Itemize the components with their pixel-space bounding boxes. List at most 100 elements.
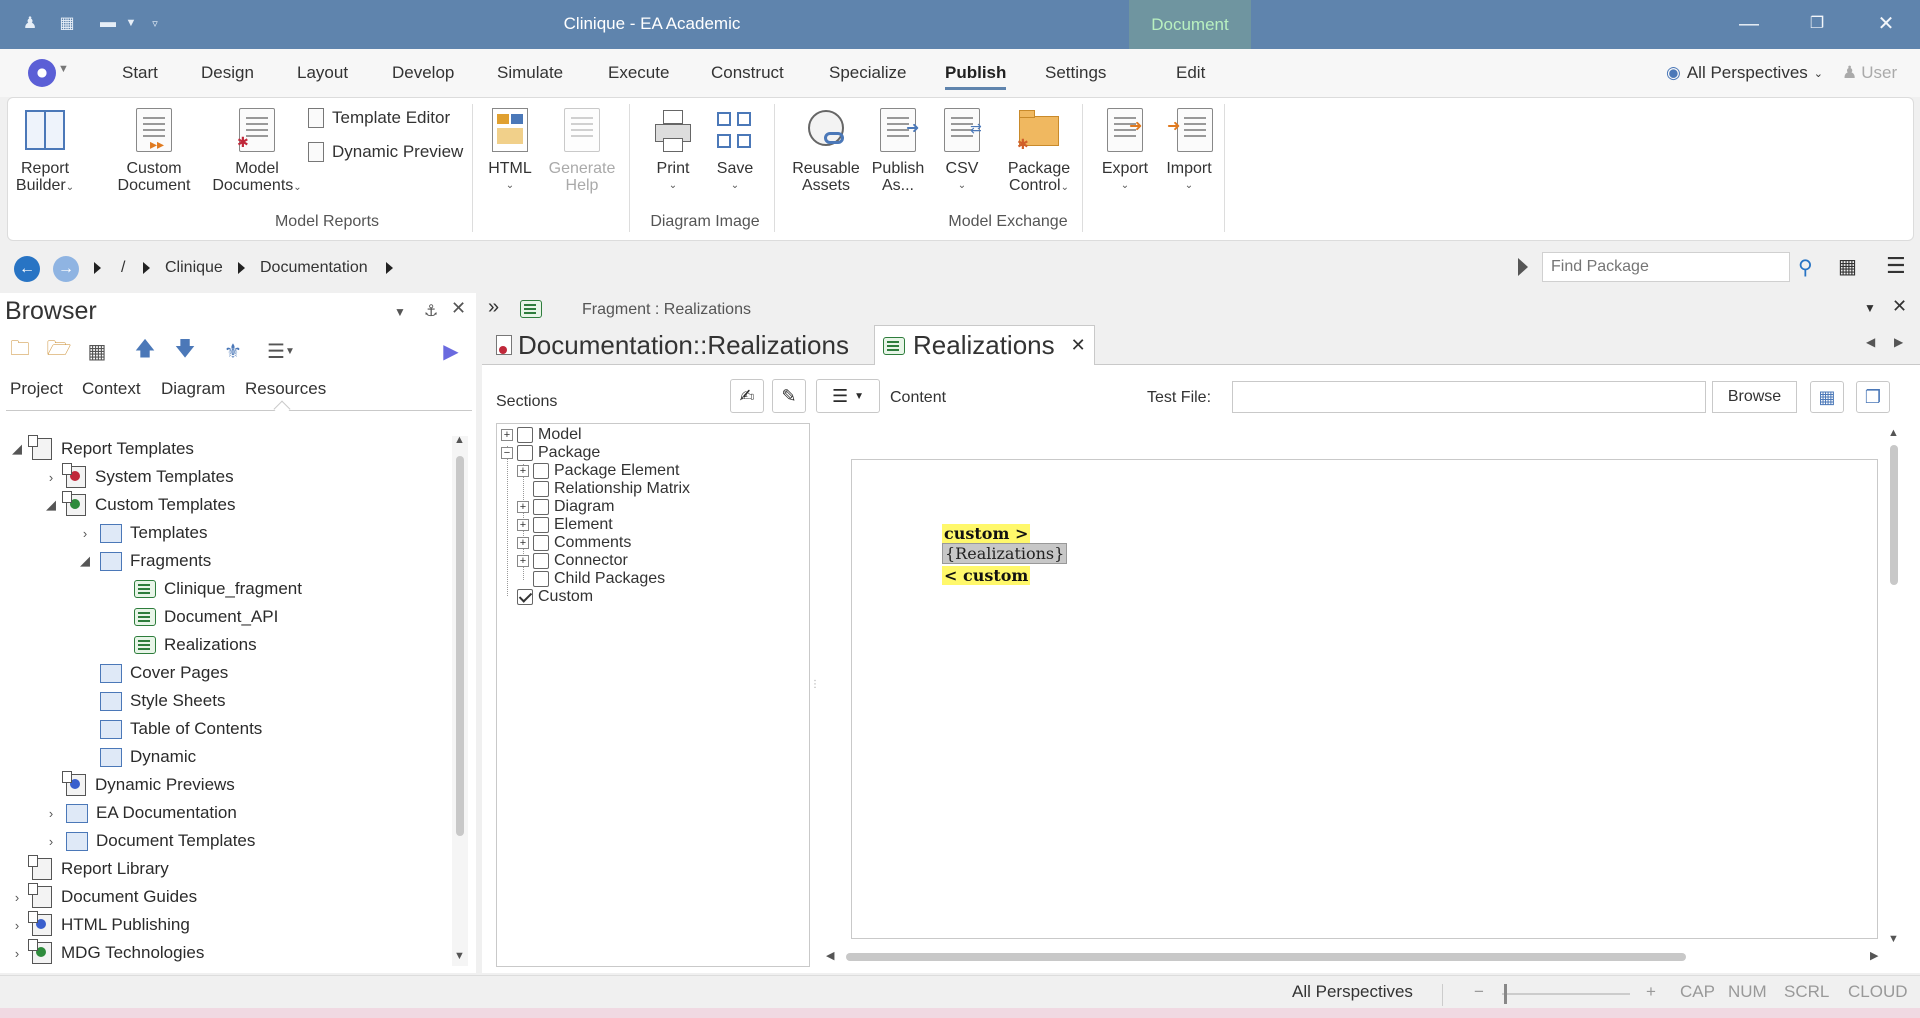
menu-construct[interactable]: Construct — [711, 63, 784, 83]
close-window-icon[interactable]: ✕ — [1871, 10, 1901, 38]
tree-item-html-publishing[interactable]: › HTML Publishing — [10, 911, 190, 938]
zoom-slider[interactable] — [1502, 993, 1630, 995]
template-editor-button[interactable]: Template Editor — [308, 108, 450, 128]
tab-resources[interactable]: Resources — [245, 379, 326, 399]
tree-item-dynamic-previews[interactable]: Dynamic Previews — [44, 771, 235, 798]
perspectives-selector[interactable]: ◉ All Perspectives ⌄ — [1666, 63, 1823, 83]
scroll-right-icon[interactable]: ▶ — [1870, 949, 1878, 962]
export-button[interactable]: ➜ Export ⌄ — [1096, 108, 1154, 194]
section-checkbox[interactable] — [517, 445, 533, 461]
breadcrumb-arrow-icon[interactable] — [386, 262, 393, 274]
menu-start[interactable]: Start — [122, 63, 158, 83]
chevron-down-icon[interactable]: ▼ — [58, 63, 69, 75]
model-documents-button[interactable]: ✱ Model Documents⌄ — [212, 108, 302, 196]
scroll-left-icon[interactable]: ◀ — [826, 949, 834, 962]
package-control-button[interactable]: ✱ Package Control⌄ — [1000, 108, 1078, 196]
section-custom[interactable]: Custom — [517, 586, 593, 608]
scroll-up-icon[interactable]: ▲ — [1888, 427, 1899, 439]
tab-context[interactable]: Context — [82, 379, 141, 399]
new-package-icon[interactable]: 🗀 — [6, 337, 34, 365]
tree-item-cover-pages[interactable]: Cover Pages — [78, 660, 228, 686]
document-context-tab[interactable]: Document — [1129, 0, 1251, 49]
tab-documentation-realizations[interactable]: Documentation::Realizations — [488, 325, 857, 365]
section-checkbox[interactable] — [533, 499, 549, 515]
editor-vscrollbar[interactable]: ▲ ▼ — [1886, 427, 1902, 949]
back-icon[interactable]: ← — [14, 256, 40, 282]
section-checkbox[interactable] — [517, 427, 533, 443]
tree-item-system-templates[interactable]: › System Templates — [44, 463, 234, 490]
save-image-button[interactable]: Save ⌄ — [710, 108, 760, 194]
browser-scrollbar[interactable]: ▲ ▼ — [452, 434, 468, 966]
tree-item-report-library[interactable]: Report Library — [10, 855, 169, 882]
scrollbar-thumb[interactable] — [456, 456, 464, 836]
scroll-up-icon[interactable]: ▲ — [454, 434, 465, 446]
section-checkbox[interactable] — [533, 463, 549, 479]
browse-button[interactable]: Browse — [1712, 381, 1797, 413]
menu-settings[interactable]: Settings — [1045, 63, 1106, 83]
tab-realizations[interactable]: Realizations ✕ — [874, 325, 1095, 365]
tree-item-document-api[interactable]: Document_API — [112, 604, 278, 630]
browser-menu-icon[interactable]: ☰ ▼ — [259, 337, 303, 365]
expand-panel-icon[interactable]: ▶ — [437, 337, 465, 365]
lock-icon[interactable]: ⚜ — [219, 337, 247, 365]
collapse-panels-icon[interactable]: » — [488, 296, 499, 319]
breadcrumb-arrow-icon[interactable] — [143, 262, 150, 274]
grid-view-icon[interactable]: ▦ — [1838, 254, 1857, 279]
forward-icon[interactable]: → — [53, 256, 79, 282]
generate-help-button[interactable]: Generate Help — [544, 108, 620, 194]
splitter-grip[interactable]: ⋮ — [810, 680, 820, 697]
content-editor[interactable]: custom > {Realizations} < custom — [851, 459, 1878, 939]
add-section-icon[interactable]: ✍ — [730, 379, 764, 413]
test-file-input[interactable] — [1232, 381, 1706, 413]
move-down-icon[interactable]: 🡇 — [171, 337, 199, 365]
zoom-slider-handle[interactable] — [1504, 984, 1507, 1004]
breadcrumb-root[interactable]: / — [121, 259, 125, 277]
custom-open-tag[interactable]: custom > — [942, 524, 1031, 543]
calendar-icon[interactable]: ▦ — [1810, 381, 1844, 413]
copy-icon[interactable]: ❐ — [1856, 381, 1890, 413]
app-logo-icon[interactable] — [28, 59, 56, 87]
section-checkbox-checked[interactable] — [517, 589, 533, 605]
tree-item-custom-templates[interactable]: ◢ Custom Templates — [44, 491, 235, 518]
menu-layout[interactable]: Layout — [297, 63, 348, 83]
scrollbar-thumb[interactable] — [1890, 445, 1898, 585]
close-tab-icon[interactable]: ✕ — [1071, 335, 1086, 356]
reusable-assets-button[interactable]: Reusable Assets — [788, 108, 864, 194]
tree-item-templates[interactable]: › Templates — [78, 520, 207, 546]
tree-item-mdg-technologies[interactable]: › MDG Technologies — [10, 939, 204, 966]
panel-dropdown-icon[interactable]: ▼ — [394, 305, 406, 319]
import-button[interactable]: ➜ Import ⌄ — [1160, 108, 1218, 194]
report-builder-button[interactable]: Report Builder⌄ — [16, 108, 74, 196]
realizations-field[interactable]: {Realizations} — [942, 543, 1068, 564]
print-button[interactable]: Print ⌄ — [648, 108, 698, 194]
zoom-out-icon[interactable]: − — [1474, 982, 1484, 1002]
tree-item-report-templates[interactable]: ◢ Report Templates — [10, 435, 194, 462]
tab-diagram[interactable]: Diagram — [161, 379, 225, 399]
tab-project[interactable]: Project — [10, 379, 63, 399]
tab-scroll-right-icon[interactable]: ▶ — [1894, 335, 1903, 349]
hamburger-menu-icon[interactable]: ☰ — [1886, 253, 1906, 279]
dynamic-preview-button[interactable]: Dynamic Preview — [308, 142, 463, 162]
custom-close-tag[interactable]: < custom — [942, 566, 1031, 585]
scroll-down-icon[interactable]: ▼ — [454, 950, 465, 962]
menu-design[interactable]: Design — [201, 63, 254, 83]
custom-document-button[interactable]: ▸▸ Custom Document — [108, 108, 200, 194]
breadcrumb-arrow-icon[interactable] — [94, 262, 101, 274]
tree-item-style-sheets[interactable]: Style Sheets — [78, 688, 225, 714]
tree-item-dynamic[interactable]: Dynamic — [78, 744, 196, 770]
menu-develop[interactable]: Develop — [392, 63, 454, 83]
tree-item-realizations[interactable]: Realizations — [112, 632, 257, 658]
csv-button[interactable]: ⇄ CSV ⌄ — [936, 108, 988, 194]
minimize-icon[interactable]: — — [1734, 10, 1764, 38]
tree-item-ea-documentation[interactable]: › EA Documentation — [44, 800, 237, 826]
breadcrumb-arrow-icon[interactable] — [238, 262, 245, 274]
menu-edit[interactable]: Edit — [1176, 63, 1205, 83]
hscroll-thumb[interactable] — [846, 953, 1686, 961]
editor-hscrollbar[interactable]: ◀ ▶ — [822, 949, 1886, 965]
new-folder-icon[interactable]: 🗁 — [45, 337, 73, 365]
find-package-input[interactable] — [1542, 252, 1790, 282]
tree-item-document-guides[interactable]: › Document Guides — [10, 883, 197, 910]
close-window-icon[interactable]: ✕ — [1892, 296, 1907, 317]
section-checkbox[interactable] — [533, 535, 549, 551]
tab-scroll-left-icon[interactable]: ◀ — [1866, 335, 1875, 349]
